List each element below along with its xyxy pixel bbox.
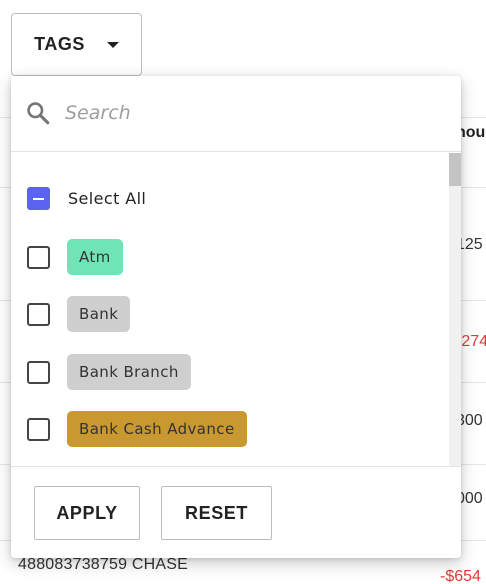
table-cell-description: 488083738759 CHASE: [18, 556, 188, 573]
table-cell-amount: -$654: [440, 568, 481, 584]
tag-checkbox[interactable]: [27, 302, 50, 326]
chevron-down-icon: [106, 41, 119, 48]
page: nou 125 -274 300 000 -$654 488083738759 …: [0, 0, 486, 584]
search-input[interactable]: [65, 98, 435, 128]
tag-option[interactable]: Bank Branch: [11, 350, 449, 394]
select-all-option[interactable]: Select All: [11, 176, 449, 220]
scrollbar-thumb[interactable]: [449, 153, 461, 186]
tags-filter-button[interactable]: TAGS: [11, 13, 142, 76]
reset-button[interactable]: RESET: [161, 486, 272, 540]
apply-button[interactable]: APPLY: [34, 486, 140, 540]
tags-button-label: TAGS: [34, 34, 85, 54]
tag-option[interactable]: Bank Cash Advance: [11, 407, 449, 451]
tag-chip-bank-cash-advance: Bank Cash Advance: [67, 411, 247, 447]
tag-chip-bank: Bank: [67, 296, 131, 332]
tag-checkbox[interactable]: [27, 245, 50, 269]
tag-option[interactable]: Atm: [11, 235, 449, 279]
search-bar: [11, 76, 461, 152]
select-all-checkbox[interactable]: [27, 186, 50, 210]
dropdown-actions: APPLY RESET: [11, 466, 461, 558]
tag-option[interactable]: Bank: [11, 292, 449, 336]
tag-chip-atm: Atm: [67, 239, 123, 275]
scrollbar-track[interactable]: [449, 153, 461, 466]
tag-chip-bank-branch: Bank Branch: [67, 354, 191, 390]
tag-checkbox[interactable]: [27, 417, 50, 441]
tag-checkbox[interactable]: [27, 360, 50, 384]
select-all-label: Select All: [68, 188, 147, 208]
search-icon: [27, 102, 50, 125]
tags-dropdown-panel: Select All Atm Bank Bank Branch Bank Cas…: [11, 76, 461, 558]
